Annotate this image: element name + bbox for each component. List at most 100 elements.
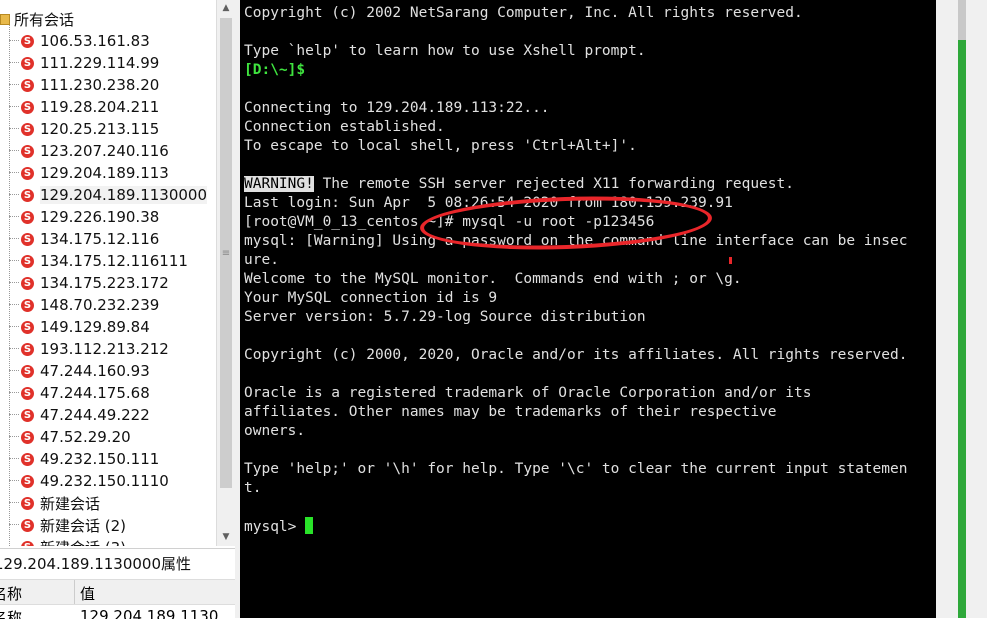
session-item[interactable]: S 47.52.29.20 (9, 426, 131, 448)
terminal-line-text: Copyright (c) 2002 NetSarang Computer, I… (244, 5, 803, 21)
session-item[interactable]: S 149.129.89.84 (9, 316, 150, 338)
terminal-line: Connecting to 129.204.189.113:22... (244, 99, 907, 118)
terminal-line: t. (244, 479, 907, 498)
session-item-label: 47.52.29.20 (40, 428, 131, 446)
session-item[interactable]: S 47.244.49.222 (9, 404, 150, 426)
session-item-label: 新建会话 (3) (40, 537, 126, 547)
session-item[interactable]: S 49.232.150.111 (9, 448, 159, 470)
property-name: 名称 (0, 609, 23, 619)
terminal-line-text: To escape to local shell, press 'Ctrl+Al… (244, 138, 637, 154)
session-item[interactable]: S 111.230.238.20 (9, 74, 159, 96)
tree-branch-line (9, 348, 19, 350)
terminal-cursor (305, 517, 314, 534)
session-item[interactable]: S 新建会话 (2) (9, 514, 126, 536)
properties-col-name[interactable]: 名称 (0, 583, 22, 604)
tree-branch-line (9, 194, 19, 196)
session-item-label: 111.230.238.20 (40, 76, 160, 94)
session-item[interactable]: S 106.53.161.83 (9, 30, 150, 52)
session-item[interactable]: S 119.28.204.211 (9, 96, 159, 118)
session-item[interactable]: S 47.244.160.93 (9, 360, 150, 382)
scroll-up-arrow-icon[interactable]: ▲ (217, 0, 235, 17)
session-item-label: 47.244.175.68 (40, 384, 150, 402)
session-item[interactable]: S 148.70.232.239 (9, 294, 159, 316)
warning-label: WARNING! (244, 176, 314, 192)
session-item[interactable]: S 193.112.213.212 (9, 338, 169, 360)
session-tree-scrollbar[interactable]: ▲ ≡ ▼ (216, 0, 235, 546)
terminal-line: [D:\~]$ (244, 61, 907, 80)
tree-branch-line (9, 370, 19, 372)
session-item[interactable]: S 129.204.189.1130000 (9, 184, 207, 206)
session-icon: S (21, 276, 34, 290)
session-icon: S (21, 540, 34, 546)
tree-branch-line (9, 392, 19, 394)
session-item[interactable]: S 123.207.240.116 (9, 140, 169, 162)
session-item-label: 新建会话 (40, 494, 101, 513)
session-icon: S (21, 188, 34, 202)
session-icon: S (21, 408, 34, 422)
session-icon: S (21, 56, 34, 70)
session-item[interactable]: S 134.175.223.172 (9, 272, 169, 294)
terminal-line: Last login: Sun Apr 5 08:26:54 2020 from… (244, 194, 907, 213)
terminal-scrollbar-thumb[interactable] (958, 40, 966, 618)
session-icon: S (21, 430, 34, 444)
properties-row[interactable]: 名称 129.204.189.1130 (0, 605, 238, 619)
terminal-line-text: Connecting to 129.204.189.113:22... (244, 100, 550, 116)
scroll-down-arrow-icon[interactable]: ▼ (217, 529, 235, 546)
terminal-line-text: The remote SSH server rejected X11 forwa… (313, 176, 794, 192)
session-item-label: 47.244.160.93 (40, 362, 150, 380)
session-item[interactable]: S 134.175.12.116 (9, 228, 159, 250)
tree-branch-line (9, 260, 19, 262)
terminal-line-text: Type 'help;' or '\h' for help. Type '\c'… (244, 461, 908, 477)
session-item-label: 129.204.189.1130000 (40, 186, 207, 204)
terminal-line: ure. (244, 251, 907, 270)
tree-branch-line (9, 436, 19, 438)
terminal-line-text: Copyright (c) 2000, 2020, Oracle and/or … (244, 347, 908, 363)
session-icon: S (21, 254, 34, 268)
tree-branch-line (9, 524, 19, 526)
tree-branch-line (9, 172, 19, 174)
session-item[interactable]: S 120.25.213.115 (9, 118, 159, 140)
session-item-label: 47.244.49.222 (40, 406, 150, 424)
properties-col-value[interactable]: 值 (80, 583, 95, 604)
terminal-line: Welcome to the MySQL monitor. Commands e… (244, 270, 907, 289)
tree-branch-line (9, 502, 19, 504)
session-item[interactable]: S 134.175.12.116111 (9, 250, 188, 272)
terminal-line-text: [root@VM_0_13_centos ~]# mysql -u root -… (244, 214, 655, 230)
session-item-label: 新建会话 (2) (40, 516, 127, 535)
session-icon: S (21, 518, 34, 532)
session-icon: S (21, 320, 34, 334)
terminal-line-text: Welcome to the MySQL monitor. Commands e… (244, 271, 742, 287)
session-item-label: 49.232.150.1110 (40, 472, 169, 490)
folder-icon (0, 13, 10, 25)
session-item[interactable]: S 49.232.150.1110 (9, 470, 169, 492)
tree-branch-line (9, 414, 19, 416)
session-item-label: 123.207.240.116 (40, 142, 169, 160)
session-icon: S (21, 166, 34, 180)
session-item[interactable]: S 新建会话 (3) (9, 536, 126, 546)
session-item-label: 111.229.114.99 (40, 54, 160, 72)
terminal-window[interactable]: Copyright (c) 2002 NetSarang Computer, I… (240, 0, 936, 618)
terminal-line: mysql> (244, 517, 907, 536)
property-value: 129.204.189.1130 (80, 607, 219, 619)
terminal-line: Oracle is a registered trademark of Orac… (244, 384, 907, 403)
terminal-line-text: affiliates. Other names may be trademark… (244, 404, 777, 420)
session-item[interactable]: S 47.244.175.68 (9, 382, 150, 404)
session-item[interactable]: S 新建会话 (9, 492, 100, 514)
session-item-label: 193.112.213.212 (40, 340, 169, 358)
session-item[interactable]: S 111.229.114.99 (9, 52, 159, 74)
terminal-line: affiliates. Other names may be trademark… (244, 403, 907, 422)
session-item-label: 49.232.150.111 (40, 450, 160, 468)
tree-root-all-sessions[interactable]: 所有会话 (0, 8, 74, 30)
session-icon: S (21, 78, 34, 92)
terminal-line: WARNING! The remote SSH server rejected … (244, 175, 907, 194)
terminal-line-text: mysql: [Warning] Using a password on the… (244, 233, 908, 249)
session-item[interactable]: S 129.226.190.38 (9, 206, 159, 228)
session-item[interactable]: S 129.204.189.113 (9, 162, 169, 184)
terminal-line-text: Your MySQL connection id is 9 (244, 290, 498, 306)
terminal-scrollbar[interactable] (958, 0, 966, 618)
